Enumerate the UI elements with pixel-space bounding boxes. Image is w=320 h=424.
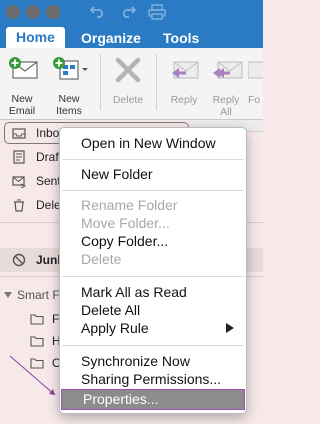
menu-item-properties[interactable]: Properties...: [61, 389, 245, 410]
new-items-button[interactable]: New Items: [46, 48, 92, 118]
menu-separator: [62, 345, 244, 346]
ribbon-divider: [100, 54, 101, 110]
delete-button[interactable]: Delete: [106, 48, 150, 118]
new-email-button[interactable]: New Email: [2, 48, 42, 118]
folder-label: Inbo: [36, 126, 60, 140]
folder-icon: [30, 336, 44, 347]
menu-item-rename-folder[interactable]: Rename Folder: [60, 196, 246, 214]
menu-separator: [62, 190, 244, 191]
print-icon[interactable]: [148, 4, 166, 20]
menu-item-delete-all[interactable]: Delete All: [60, 301, 246, 319]
new-email-icon: [9, 57, 38, 79]
forward-label: Fo: [248, 94, 261, 106]
menu-item-new-folder[interactable]: New Folder: [60, 165, 246, 183]
inbox-icon: [12, 128, 26, 139]
menu-separator: [62, 159, 244, 160]
new-email-label: New Email: [8, 93, 36, 117]
menu-item-synchronize-now[interactable]: Synchronize Now: [60, 352, 246, 370]
menu-item-label: Apply Rule: [81, 320, 149, 336]
menu-item-open-in-new-window[interactable]: Open in New Window: [60, 134, 246, 152]
menu-item-mark-all-as-read[interactable]: Mark All as Read: [60, 283, 246, 301]
delete-x-icon: [115, 57, 141, 83]
minimize-window-button[interactable]: [26, 5, 40, 19]
menu-item-move-folder[interactable]: Move Folder...: [60, 214, 246, 232]
context-menu: Open in New Window New Folder Rename Fol…: [59, 127, 247, 414]
reply-all-icon: [213, 61, 243, 79]
tab-organize[interactable]: Organize: [81, 28, 141, 48]
new-items-icon: [53, 57, 88, 80]
folder-label: Dele: [36, 198, 61, 212]
forward-button[interactable]: Fo: [248, 48, 263, 118]
menu-item-copy-folder[interactable]: Copy Folder...: [60, 232, 246, 250]
ribbon: New Email New Items Delete Reply Reply A…: [0, 48, 263, 120]
new-items-label: New Items: [56, 93, 82, 117]
reply-all-button[interactable]: Reply All: [206, 48, 246, 118]
menu-item-sharing-permissions[interactable]: Sharing Permissions...: [60, 370, 246, 388]
forward-icon: [248, 61, 263, 79]
tab-home[interactable]: Home: [6, 27, 65, 49]
sent-icon: [12, 176, 26, 188]
ribbon-divider: [156, 54, 157, 110]
menu-separator: [62, 276, 244, 277]
menu-item-apply-rule[interactable]: Apply Rule: [60, 319, 246, 337]
drafts-icon: [13, 150, 25, 164]
folder-label: Sent: [36, 174, 61, 188]
close-window-button[interactable]: [6, 5, 20, 19]
menu-item-delete[interactable]: Delete: [60, 250, 246, 268]
reply-button[interactable]: Reply: [164, 48, 204, 118]
reply-all-label: Reply All: [212, 94, 240, 118]
deleted-items-icon: [14, 199, 24, 212]
junk-icon: [12, 253, 26, 267]
zoom-window-button[interactable]: [46, 5, 60, 19]
submenu-arrow-icon: [226, 323, 234, 333]
folder-icon: [30, 358, 44, 369]
folder-icon: [30, 314, 44, 325]
reply-label: Reply: [170, 94, 198, 106]
folder-label: Draf: [36, 150, 59, 164]
title-bar: Home Organize Tools: [0, 0, 263, 49]
undo-icon[interactable]: [90, 4, 106, 18]
delete-label: Delete: [112, 94, 144, 106]
reply-icon: [172, 61, 199, 79]
smart-folders-label: Smart F: [17, 288, 60, 302]
disclosure-triangle-icon[interactable]: [4, 292, 12, 299]
redo-icon[interactable]: [120, 4, 136, 18]
tab-tools[interactable]: Tools: [163, 28, 199, 48]
